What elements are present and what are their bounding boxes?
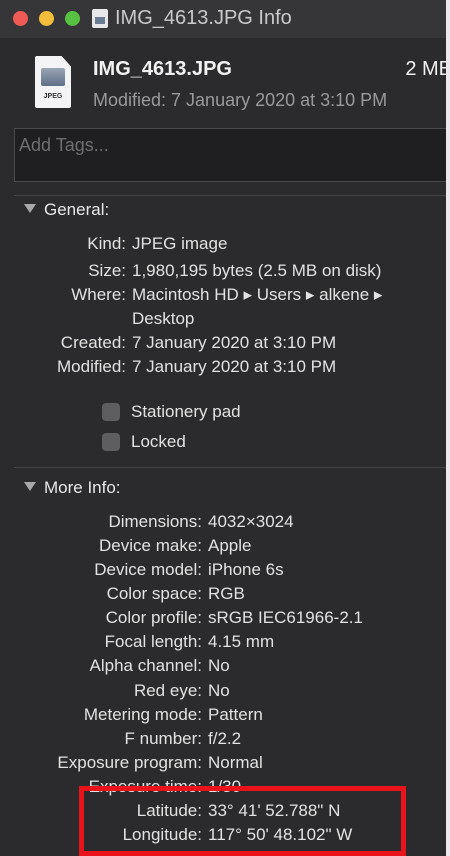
color-space-label: Color space: <box>106 584 202 603</box>
color-profile-value: sRGB IEC61966-2.1 <box>208 608 363 627</box>
divider <box>14 195 446 196</box>
disclosure-triangle-icon[interactable] <box>24 204 36 213</box>
document-icon <box>92 9 108 28</box>
size-value: 1,980,195 bytes (2.5 MB on disk) <box>132 261 382 280</box>
focal-length-label: Focal length: <box>104 632 202 651</box>
info-row-dimensions: Dimensions: 4032×3024 <box>0 512 293 534</box>
red-eye-label: Red eye: <box>133 681 202 700</box>
info-row-device-make: Device make: Apple <box>0 536 251 558</box>
divider <box>14 467 446 468</box>
file-size: 2 MB <box>405 58 446 80</box>
info-row-alpha-channel: Alpha channel: No <box>0 656 230 678</box>
size-label: Size: <box>88 261 126 280</box>
dimensions-label: Dimensions: <box>108 512 202 531</box>
red-eye-value: No <box>208 681 230 700</box>
info-row-color-profile: Color profile: sRGB IEC61966-2.1 <box>0 608 363 630</box>
info-row-device-model: Device model: iPhone 6s <box>0 560 283 582</box>
info-window: IMG_4613.JPG Info JPEG IMG_4613.JPG 2 MB… <box>0 0 446 856</box>
locked-checkbox[interactable] <box>102 433 120 451</box>
exposure-program-label: Exposure program: <box>57 753 202 772</box>
tags-box[interactable] <box>14 128 446 182</box>
more-info-heading: More Info: <box>44 478 121 497</box>
device-model-value: iPhone 6s <box>208 560 284 579</box>
general-heading: General: <box>44 200 110 219</box>
f-number-label: F number: <box>124 729 202 748</box>
file-header: JPEG IMG_4613.JPG 2 MB Modified: 7 Janua… <box>0 38 446 118</box>
general-row-where: Where: Macintosh HD ▸ Users ▸ alkene ▸ <box>0 285 382 307</box>
created-value: 7 January 2020 at 3:10 PM <box>132 333 337 352</box>
device-model-label: Device model: <box>94 560 202 579</box>
file-name: IMG_4613.JPG <box>93 58 232 80</box>
where-value-line2: Desktop <box>132 309 195 328</box>
general-section-toggle[interactable]: General: <box>24 200 109 220</box>
device-make-label: Device make: <box>99 536 202 555</box>
alpha-channel-value: No <box>208 656 230 675</box>
where-value: Macintosh HD ▸ Users ▸ alkene ▸ <box>132 285 383 304</box>
created-label: Created: <box>60 333 126 352</box>
modified-value: 7 January 2020 at 3:10 PM <box>132 357 337 376</box>
info-row-red-eye: Red eye: No <box>0 681 230 703</box>
metering-mode-value: Pattern <box>208 705 263 724</box>
tags-input[interactable] <box>17 131 441 159</box>
info-row-color-space: Color space: RGB <box>0 584 245 606</box>
general-row-size: Size: 1,980,195 bytes (2.5 MB on disk) <box>0 261 381 283</box>
stationery-pad-checkbox[interactable] <box>102 403 120 421</box>
kind-label: Kind: <box>87 234 126 253</box>
file-extension-label: JPEG <box>43 93 63 100</box>
alpha-channel-label: Alpha channel: <box>89 656 202 675</box>
metering-mode-label: Metering mode: <box>83 705 202 724</box>
gps-highlight-box <box>79 786 406 856</box>
jpeg-file-icon: JPEG <box>35 56 71 108</box>
disclosure-triangle-icon[interactable] <box>24 482 36 491</box>
info-row-focal-length: Focal length: 4.15 mm <box>0 632 274 654</box>
f-number-value: f/2.2 <box>208 729 242 748</box>
info-row-f-number: F number: f/2.2 <box>0 729 242 751</box>
dimensions-value: 4032×3024 <box>208 512 294 531</box>
info-row-exposure-program: Exposure program: Normal <box>0 753 262 775</box>
close-button[interactable] <box>13 11 28 26</box>
window-title: IMG_4613.JPG Info <box>115 7 292 29</box>
locked-label: Locked <box>131 432 186 451</box>
title-bar[interactable]: IMG_4613.JPG Info <box>0 0 446 39</box>
modified-date: Modified: 7 January 2020 at 3:10 PM <box>93 90 388 110</box>
zoom-button[interactable] <box>65 11 80 26</box>
general-row-kind: Kind: JPEG image <box>0 234 227 256</box>
device-make-value: Apple <box>208 536 252 555</box>
kind-value: JPEG image <box>132 234 228 253</box>
where-label: Where: <box>71 285 126 304</box>
general-row-created: Created: 7 January 2020 at 3:10 PM <box>0 333 336 355</box>
modified-label: Modified: <box>57 357 126 376</box>
stationery-pad-label: Stationery pad <box>131 402 241 421</box>
color-space-value: RGB <box>208 584 245 603</box>
general-row-where-cont: Desktop <box>0 309 194 331</box>
more-info-section-toggle[interactable]: More Info: <box>24 478 121 498</box>
info-row-metering-mode: Metering mode: Pattern <box>0 705 263 727</box>
general-row-modified: Modified: 7 January 2020 at 3:10 PM <box>0 357 336 379</box>
minimize-button[interactable] <box>39 11 54 26</box>
exposure-program-value: Normal <box>208 753 263 772</box>
color-profile-label: Color profile: <box>105 608 202 627</box>
focal-length-value: 4.15 mm <box>208 632 275 651</box>
image-preview-icon <box>41 68 65 86</box>
